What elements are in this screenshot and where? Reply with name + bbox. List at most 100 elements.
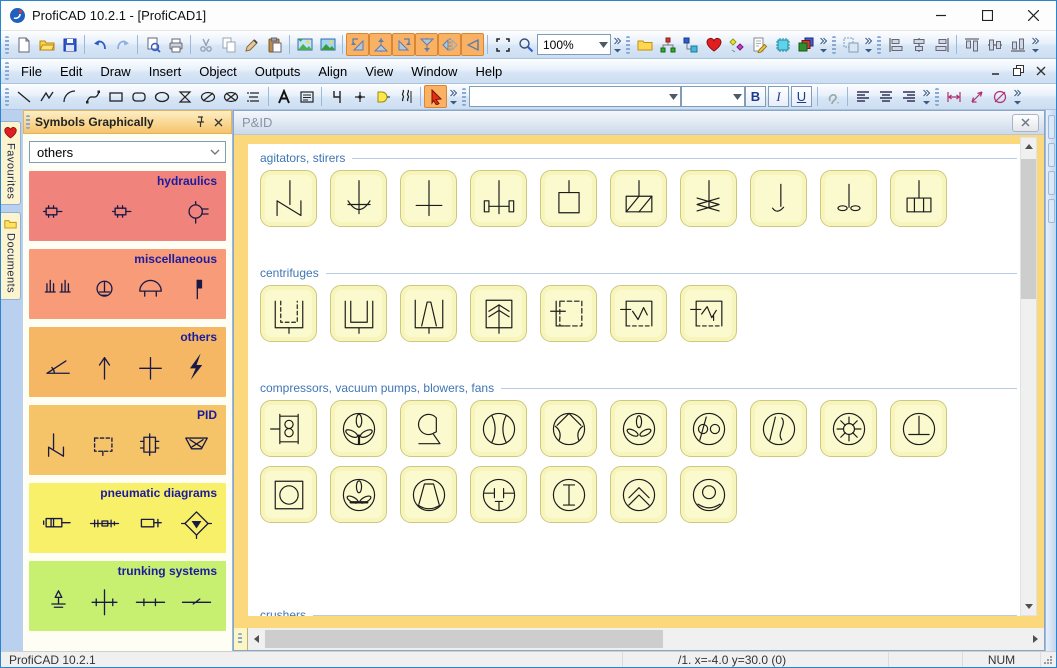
pid-title-bar[interactable]: P&ID <box>234 111 1044 135</box>
symbol-tile-vane-compressor[interactable] <box>610 466 667 523</box>
vertical-scrollbar[interactable] <box>1020 137 1037 616</box>
symbol-tile-centrifuge-conical[interactable] <box>400 285 457 342</box>
symbol-mini-earth-electrode[interactable] <box>42 585 75 618</box>
gate-button[interactable] <box>371 85 394 108</box>
symbol-tile-roots-blower[interactable] <box>680 400 737 457</box>
symbol-mini-earth[interactable] <box>88 273 121 306</box>
category-miscellaneous[interactable]: miscellaneous <box>29 249 226 319</box>
symbol-tile-centrifugal-blower[interactable] <box>400 400 457 457</box>
bold-button[interactable]: B <box>745 86 766 107</box>
format-painter-button[interactable] <box>240 33 263 56</box>
variables-button[interactable] <box>725 33 748 56</box>
horizontal-scrollbar[interactable] <box>248 628 1044 650</box>
horizontal-scroll-thumb[interactable] <box>265 630 663 648</box>
symbol-mini-pump[interactable] <box>180 195 213 228</box>
menu-file[interactable]: File <box>12 60 51 83</box>
chevron-down-icon[interactable] <box>730 93 744 100</box>
ellipse-slash2-button[interactable] <box>219 85 242 108</box>
toolbar-overflow-chevron[interactable] <box>1011 85 1024 108</box>
font-size-combo[interactable] <box>681 86 745 107</box>
symbol-mini-crossed-vessel[interactable] <box>134 429 167 462</box>
category-pneumatic-diagrams[interactable]: pneumatic diagrams <box>29 483 226 553</box>
rotate-left-button[interactable] <box>346 33 369 56</box>
flip-down-button[interactable] <box>415 33 438 56</box>
symbol-tile-centrifuge-vibrating[interactable] <box>610 285 667 342</box>
connector-button[interactable] <box>325 85 348 108</box>
rotate-right-button[interactable] <box>392 33 415 56</box>
dock-button[interactable] <box>1047 171 1055 195</box>
font-family-combo[interactable] <box>469 86 681 107</box>
symbol-tile-diaphragm-compressor[interactable] <box>540 400 597 457</box>
symbol-mini-cylinder[interactable] <box>42 507 75 540</box>
menu-align[interactable]: Align <box>309 60 356 83</box>
toolbar-grip[interactable] <box>462 87 466 106</box>
menu-outputs[interactable]: Outputs <box>246 60 310 83</box>
dock-button[interactable] <box>1047 143 1055 167</box>
ellipse-button[interactable] <box>150 85 173 108</box>
symbol-tile-agitator-flat[interactable] <box>400 170 457 227</box>
flip-vertical-button[interactable] <box>369 33 392 56</box>
toolbar-grip[interactable] <box>626 35 630 54</box>
dock-button[interactable] <box>1047 199 1055 223</box>
symbol-tile-agitator-zigzag[interactable] <box>680 170 737 227</box>
flip-horizontal-button[interactable] <box>438 33 461 56</box>
scroll-corner-grip[interactable] <box>234 628 248 650</box>
toolbar-grip[interactable] <box>5 35 9 54</box>
copy-button[interactable] <box>217 33 240 56</box>
symbol-mini-antennas[interactable] <box>42 273 75 306</box>
symbol-mini-trunk-line[interactable] <box>134 585 167 618</box>
symbol-mini-dashed-vessel[interactable] <box>88 429 121 462</box>
menubar-grip[interactable] <box>5 62 9 80</box>
maximize-button[interactable] <box>964 1 1010 30</box>
pid-close-button[interactable] <box>1012 113 1039 132</box>
symbol-tile-venturi-compressor[interactable] <box>470 400 527 457</box>
menu-view[interactable]: View <box>356 60 402 83</box>
toolbar-overflow-chevron[interactable] <box>920 85 933 108</box>
symbol-tile-centrifuge-vibrating-2[interactable] <box>680 285 737 342</box>
symbol-mini-filter[interactable] <box>180 507 213 540</box>
pin-icon[interactable] <box>191 113 209 131</box>
scroll-up-arrow[interactable] <box>1021 138 1036 155</box>
symbol-tile-side-channel-blower[interactable] <box>470 466 527 523</box>
new-button[interactable] <box>12 33 35 56</box>
symbol-tile-axial-fan-stage[interactable] <box>330 466 387 523</box>
align-middle-button[interactable] <box>983 33 1006 56</box>
symbol-tile-centrifuge-basket[interactable] <box>330 285 387 342</box>
undo-button[interactable] <box>88 33 111 56</box>
dim-linear-button[interactable] <box>942 85 965 108</box>
symbol-tile-screw-compressor[interactable] <box>750 400 807 457</box>
symbol-mini-cross[interactable] <box>88 585 121 618</box>
symbols-group-button[interactable] <box>679 33 702 56</box>
print-button[interactable] <box>164 33 187 56</box>
chevron-down-icon[interactable] <box>596 41 610 48</box>
cut-button[interactable] <box>194 33 217 56</box>
select-area-button[interactable] <box>491 33 514 56</box>
rectangle-button[interactable] <box>104 85 127 108</box>
text-button[interactable] <box>272 85 295 108</box>
symbol-tile-agitator-square[interactable] <box>540 170 597 227</box>
mdi-minimize-button[interactable] <box>991 64 1001 79</box>
menu-window[interactable]: Window <box>402 60 466 83</box>
minimize-button[interactable] <box>918 1 964 30</box>
symbol-mini-power-pack[interactable] <box>42 195 75 228</box>
symbol-mini-lightning[interactable] <box>180 351 213 384</box>
toolbar-overflow-chevron[interactable] <box>447 85 460 108</box>
menu-insert[interactable]: Insert <box>140 60 191 83</box>
menu-edit[interactable]: Edit <box>51 60 91 83</box>
zoom-button[interactable] <box>514 33 537 56</box>
open-folder-button[interactable] <box>633 33 656 56</box>
symbol-tile-ring-compressor[interactable] <box>680 466 737 523</box>
dim-angular-button[interactable] <box>965 85 988 108</box>
category-trunking-systems[interactable]: trunking systems <box>29 561 226 631</box>
layers-button[interactable] <box>794 33 817 56</box>
symbol-tile-turbo-compressor[interactable] <box>890 400 947 457</box>
symbol-tile-piston-compressor[interactable] <box>260 400 317 457</box>
align-text-center-button[interactable] <box>874 85 897 108</box>
symbol-tile-centrifuge-dashed-basket[interactable] <box>260 285 317 342</box>
symbol-tile-agitator-turbine[interactable] <box>890 170 947 227</box>
symbol-mini-dome[interactable] <box>134 273 167 306</box>
rounded-rectangle-button[interactable] <box>127 85 150 108</box>
line-button[interactable] <box>12 85 35 108</box>
align-bottom-button[interactable] <box>1006 33 1029 56</box>
panel-close-icon[interactable] <box>209 113 227 131</box>
